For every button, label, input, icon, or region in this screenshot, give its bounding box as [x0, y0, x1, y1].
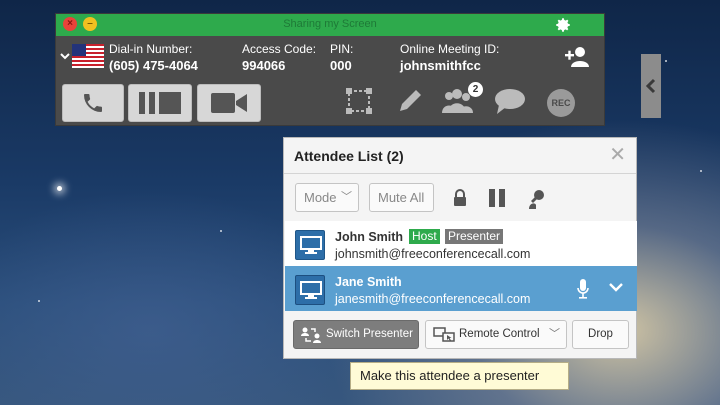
video-camera-icon [211, 93, 247, 113]
add-user-icon[interactable] [564, 46, 590, 68]
lock-icon[interactable] [452, 189, 468, 207]
monitor-icon [295, 230, 325, 260]
attendee-actions: Switch Presenter Remote Control ﹀ Drop [284, 313, 636, 359]
chat-icon[interactable] [494, 87, 526, 115]
remote-control-label: Remote Control [459, 328, 540, 340]
tooltip: Make this attendee a presenter [350, 362, 569, 390]
attendee-list-panel: Attendee List (2) ✕ Mode ﹀ Mute All John… [283, 137, 637, 359]
chevron-down-icon[interactable] [60, 52, 70, 60]
pause-icon[interactable] [488, 189, 506, 207]
gear-icon[interactable] [554, 16, 572, 34]
star-decoration [57, 186, 62, 191]
meeting-toolbar: × – Sharing my Screen Dial-in Number: (6… [55, 13, 661, 126]
attendee-name: John Smith [335, 230, 404, 244]
attendee-controls: Mode ﹀ Mute All [284, 175, 636, 219]
pause-stop-icon [139, 92, 181, 114]
attendee-email: johnsmith@freeconferencecall.com [335, 247, 531, 261]
mute-all-label: Mute All [378, 190, 425, 205]
star-decoration [38, 300, 40, 302]
switch-presenter-button[interactable]: Switch Presenter [293, 320, 419, 349]
participants-count-badge: 2 [468, 82, 483, 97]
dial-in-number: (605) 475-4064 [109, 58, 198, 73]
select-region-icon[interactable] [345, 87, 373, 115]
us-flag-icon [72, 44, 104, 68]
chevron-down-icon[interactable] [609, 282, 623, 292]
attendee-name: Jane Smith [335, 275, 402, 289]
monitor-icon [295, 275, 325, 305]
star-decoration [220, 230, 222, 232]
switch-presenter-icon [301, 327, 321, 343]
chevron-down-icon: ﹀ [549, 328, 560, 340]
attendee-email: janesmith@freeconferencecall.com [335, 292, 531, 306]
drop-button[interactable]: Drop [572, 320, 629, 349]
star-decoration [700, 170, 702, 172]
collapse-toolbar-tab[interactable] [641, 54, 661, 118]
speaker-person-icon[interactable] [527, 189, 547, 209]
window-title: Sharing my Screen [283, 18, 377, 30]
access-code-label: Access Code: [242, 42, 317, 56]
dial-in-info: Dial-in Number: (605) 475-4064 [109, 42, 198, 73]
switch-presenter-label: Switch Presenter [326, 328, 413, 340]
record-button[interactable]: REC [547, 89, 575, 117]
pencil-icon[interactable] [396, 87, 424, 115]
access-code-value: 994066 [242, 58, 286, 73]
pin-value: 000 [330, 58, 352, 73]
attendee-row[interactable]: John Smith Host Presenter johnsmith@free… [285, 221, 637, 266]
attendee-row-selected[interactable]: Jane Smith janesmith@freeconferencecall.… [285, 266, 637, 311]
access-code-info: Access Code: 994066 [242, 42, 316, 73]
remote-control-button[interactable]: Remote Control ﹀ [425, 320, 567, 349]
host-badge: Host [409, 229, 440, 244]
toolbar-titlebar[interactable]: × – Sharing my Screen [56, 14, 604, 36]
presenter-badge: Presenter [445, 229, 504, 244]
meeting-id-value: johnsmithfcc [400, 58, 481, 73]
video-button[interactable] [197, 84, 261, 122]
remote-control-icon [433, 327, 455, 342]
phone-icon [84, 94, 102, 112]
meeting-id-info: Online Meeting ID: johnsmithfcc [400, 42, 499, 73]
mute-all-button[interactable]: Mute All [369, 183, 434, 212]
panel-header: Attendee List (2) ✕ [284, 138, 636, 174]
panel-title: Attendee List (2) [294, 148, 404, 164]
pin-label: PIN: [330, 42, 354, 56]
microphone-icon[interactable] [577, 279, 589, 299]
pause-stop-button[interactable] [128, 84, 192, 122]
close-icon[interactable]: ✕ [609, 145, 626, 165]
pin-info: PIN: 000 [330, 42, 353, 73]
phone-button[interactable] [62, 84, 124, 122]
mode-select[interactable]: Mode ﹀ [295, 183, 359, 212]
mode-select-value: Mode [304, 190, 337, 205]
meeting-id-label: Online Meeting ID: [400, 42, 500, 56]
chevron-down-icon: ﹀ [341, 191, 352, 203]
chevron-left-icon [645, 78, 656, 94]
star-decoration [665, 60, 667, 62]
dial-in-label: Dial-in Number: [109, 42, 193, 56]
